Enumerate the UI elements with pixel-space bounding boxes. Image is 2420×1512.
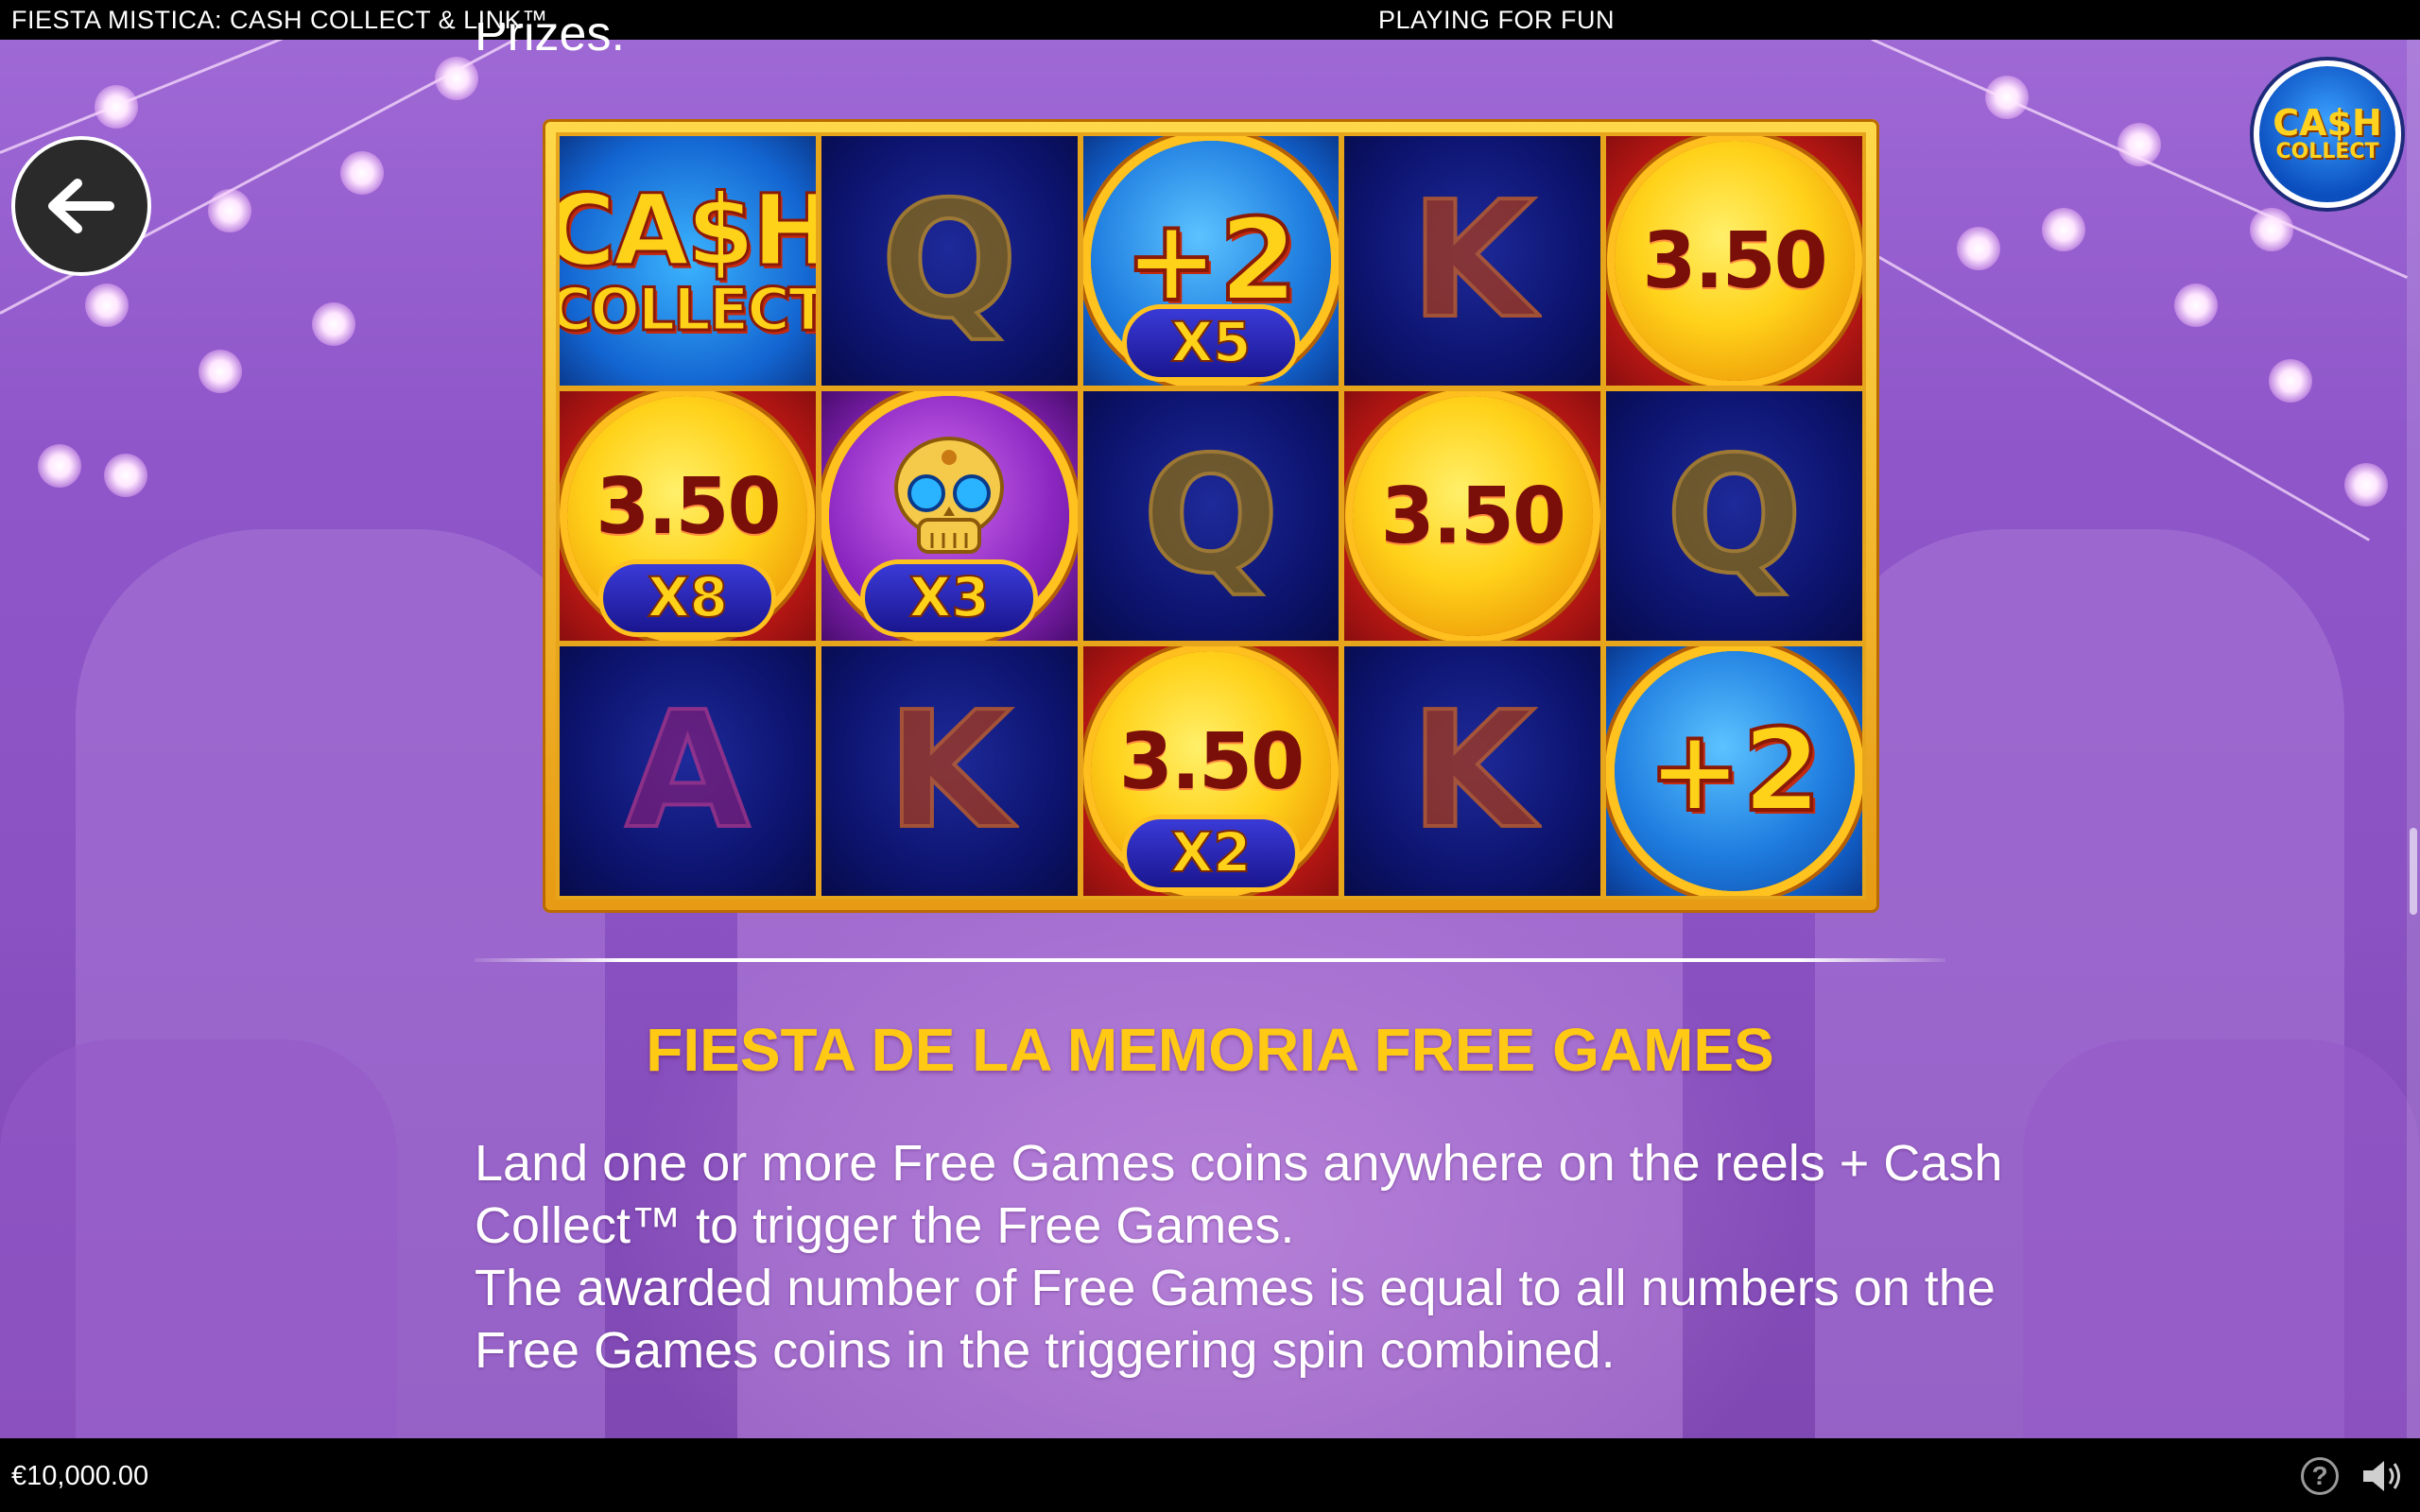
reel-cell: +2 X5: [1082, 136, 1340, 386]
letter-a-symbol: A: [624, 676, 752, 867]
light-bulb: [104, 454, 147, 497]
reel-cell: K: [1344, 136, 1601, 386]
cash-coin: 3.50: [1352, 396, 1593, 636]
reel-cell: K: [821, 646, 1078, 896]
play-mode-label: PLAYING FOR FUN: [1378, 6, 1616, 34]
light-bulb: [2250, 208, 2293, 251]
reel-cell: +2: [1606, 646, 1862, 896]
reel-cell: 3.50 X2: [1082, 646, 1340, 896]
reel-cell: 3.50 X8: [560, 391, 816, 641]
letter-k-symbol: K: [1409, 676, 1537, 867]
reel-grid-illustration: CA$H COLLECT Q +2 X5 K 3.50 3.50 X8 X3 Q…: [543, 119, 1879, 913]
reel-grid: CA$H COLLECT Q +2 X5 K 3.50 3.50 X8 X3 Q…: [556, 132, 1866, 900]
light-bulb: [340, 151, 384, 195]
letter-k-symbol: K: [885, 676, 1013, 867]
light-bulb: [38, 444, 81, 488]
question-mark-icon[interactable]: ?: [2301, 1457, 2339, 1495]
light-bulb: [2269, 359, 2312, 403]
light-bulb: [1985, 76, 2029, 119]
section-body: Land one or more Free Games coins anywhe…: [475, 1132, 2006, 1382]
letter-q-symbol: Q: [1664, 421, 1805, 611]
light-bulb: [95, 85, 138, 129]
light-bulb: [2042, 208, 2085, 251]
top-bar: FIESTA MISTICA: CASH COLLECT & LINK™ PLA…: [0, 0, 2420, 40]
arrow-left-icon: [48, 179, 114, 233]
scrollbar-track[interactable]: [2407, 40, 2420, 1438]
reel-cell: 3.50: [1344, 391, 1601, 641]
cash-collect-symbol: CA$H COLLECT: [560, 173, 816, 344]
free-games-coin: +2: [1614, 651, 1855, 891]
light-bulb: [312, 302, 355, 346]
game-title: FIESTA MISTICA: CASH COLLECT & LINK™: [11, 6, 548, 34]
reel-cell: CA$H COLLECT: [560, 136, 816, 386]
multiplier-badge: X3: [860, 559, 1039, 637]
reel-cell: X3: [821, 391, 1078, 641]
cash-coin: 3.50: [1614, 141, 1855, 381]
multiplier-badge: X5: [1121, 304, 1300, 382]
scrollbar-thumb[interactable]: [2410, 828, 2417, 915]
bottom-bar: €10,000.00 ?: [0, 1438, 2420, 1512]
sugar-skull-icon: [894, 437, 1005, 554]
section-title: FIESTA DE LA MEMORIA FREE GAMES: [646, 1016, 1774, 1084]
reel-cell: Q: [1606, 391, 1862, 641]
balance-display: €10,000.00: [11, 1461, 149, 1491]
cash-collect-logo: CA$H COLLECT: [2254, 60, 2401, 208]
letter-q-symbol: Q: [1141, 421, 1282, 611]
letter-q-symbol: Q: [879, 165, 1020, 356]
paragraph-trigger: Land one or more Free Games coins anywhe…: [475, 1135, 2003, 1254]
light-bulb: [85, 284, 129, 327]
reel-cell: K: [1344, 646, 1601, 896]
reel-cell: A: [560, 646, 816, 896]
light-bulb: [199, 350, 242, 393]
light-bulb: [435, 57, 478, 100]
paragraph-award: The awarded number of Free Games is equa…: [475, 1260, 1996, 1379]
reel-cell: Q: [821, 136, 1078, 386]
previous-text-fragment: Prizes.: [475, 23, 625, 61]
light-bulb: [1957, 227, 2000, 270]
reel-cell: Q: [1082, 391, 1340, 641]
light-bulb: [2118, 123, 2161, 166]
light-bulb: [2344, 463, 2388, 507]
multiplier-badge: X2: [1121, 815, 1300, 892]
reel-cell: 3.50: [1606, 136, 1862, 386]
light-bulb: [208, 189, 251, 232]
section-divider: [475, 958, 1945, 962]
back-button[interactable]: [11, 136, 151, 276]
multiplier-badge: X8: [598, 559, 777, 637]
speaker-icon[interactable]: [2360, 1457, 2405, 1495]
letter-k-symbol: K: [1409, 165, 1537, 356]
light-bulb: [2174, 284, 2218, 327]
